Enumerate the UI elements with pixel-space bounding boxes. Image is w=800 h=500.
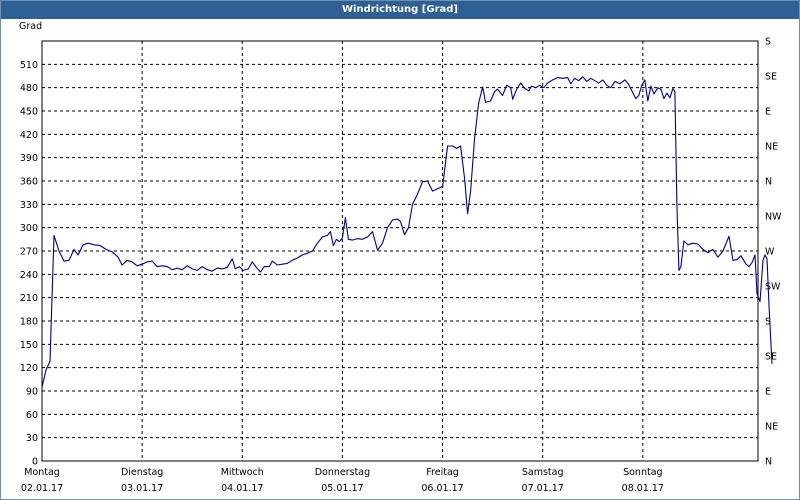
compass-label: W [765,247,775,258]
date-label: 05.01.17 [321,483,363,494]
y-tick-label: 360 [20,177,38,188]
date-label: 06.01.17 [421,483,463,494]
date-label: 04.01.17 [221,483,263,494]
y-tick-label: 0 [32,457,38,468]
compass-label: N [765,177,772,188]
day-label: Montag [24,467,60,478]
chart-window: Windrichtung [Grad] 0 30 60 90 120 150 180 210 2… [0,0,800,500]
y-tick-label: 150 [20,340,38,351]
y-tick-label: 480 [20,83,38,94]
y-tick-label: 420 [20,130,38,141]
y-tick-label: 390 [20,153,38,164]
compass-label: NW [765,212,782,223]
y-tick-label: 510 [20,60,38,71]
y-tick-label: 270 [20,247,38,258]
compass-label: N [765,457,772,468]
chart-title: Windrichtung [Grad] [1,1,799,19]
date-label: 07.01.17 [522,483,564,494]
day-label: Mittwoch [221,467,264,478]
date-label: 08.01.17 [622,483,664,494]
y-tick-label: 300 [20,223,38,234]
day-label: Donnerstag [315,467,370,478]
axis-labels: 0 30 60 90 120 150 180 210 240 270 300 330 360 390 420… [19,21,782,494]
y-tick-label: 240 [20,270,38,281]
date-label: 02.01.17 [21,483,63,494]
compass-label: SW [765,282,781,293]
compass-label: NE [765,422,778,433]
y-tick-label: 120 [20,363,38,374]
day-label: Freitag [426,467,459,478]
y-tick-label: 180 [20,317,38,328]
date-label: 03.01.17 [121,483,163,494]
series-line [41,76,773,388]
compass-label: E [765,107,771,118]
compass-label: SE [765,72,777,83]
day-label: Dienstag [121,467,163,478]
compass-label: E [765,387,771,398]
series-layer [41,76,773,388]
compass-label: S [765,37,771,48]
y-axis-label: Grad [19,21,42,32]
y-tick-label: 60 [26,410,38,421]
compass-label: NE [765,142,778,153]
y-tick-label: 330 [20,200,38,211]
y-tick-label: 30 [26,433,38,444]
wind-direction-chart: 0 30 60 90 120 150 180 210 240 270 300 330 360 390 420… [19,21,782,494]
grid [41,40,759,462]
y-tick-label: 90 [26,387,38,398]
y-tick-label: 210 [20,293,38,304]
day-label: Samstag [522,467,564,478]
day-label: Sonntag [623,467,662,478]
y-tick-label: 450 [20,107,38,118]
